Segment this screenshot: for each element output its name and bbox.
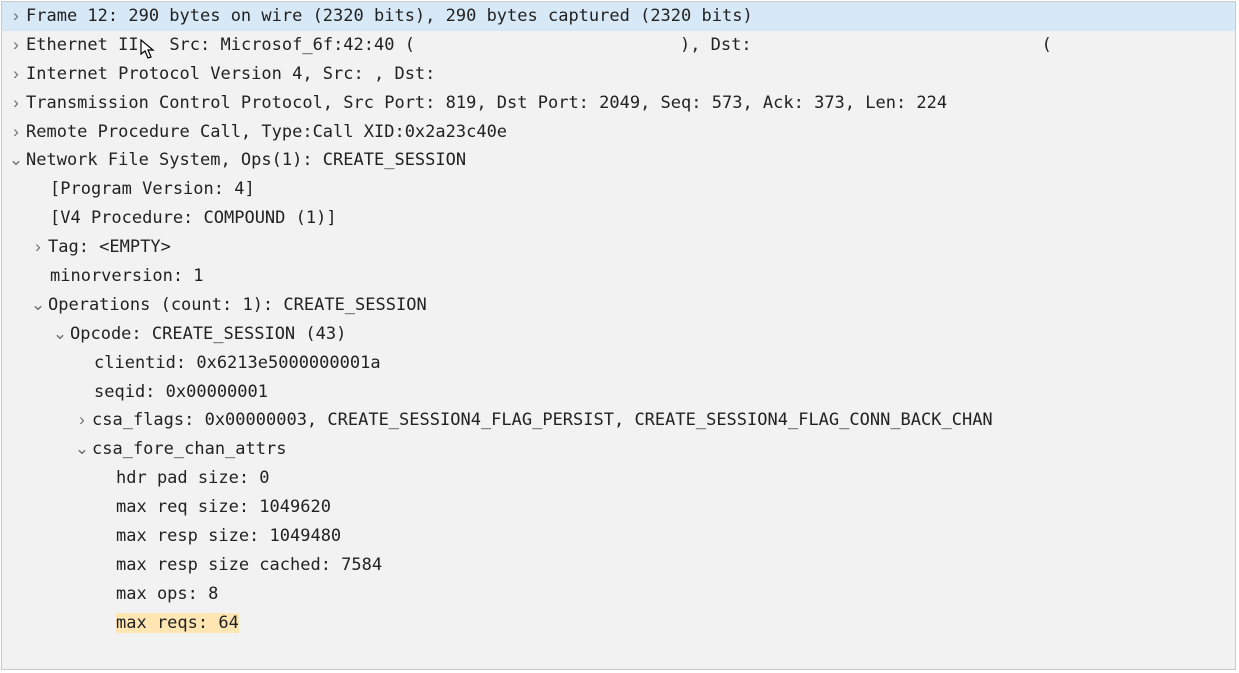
eth-part-c: ), Dst: [680,35,752,55]
row-max-resp-size[interactable]: max resp size: 1049480 [2,522,1235,551]
arrow-right-icon[interactable]: › [6,89,26,118]
eth-part-b: Src: Microsof_6f:42:40 ( [169,35,415,55]
clientid-text: clientid: 0x6213e5000000001a [94,353,381,373]
row-opcode[interactable]: ⌄Opcode: CREATE_SESSION (43) [2,320,1235,349]
packet-details-pane[interactable]: ›Frame 12: 290 bytes on wire (2320 bits)… [1,1,1236,670]
arrow-right-icon[interactable]: › [6,118,26,147]
progver-text: [Program Version: 4] [50,179,255,199]
row-max-req-size[interactable]: max req size: 1049620 [2,493,1235,522]
arrow-down-icon[interactable]: ⌄ [72,435,92,464]
minor-text: minorversion: 1 [50,266,204,286]
arrow-right-icon[interactable]: › [6,2,26,31]
row-csa-flags[interactable]: ›csa_flags: 0x00000003, CREATE_SESSION4_… [2,406,1235,435]
arrow-right-icon[interactable]: › [6,31,26,60]
row-minorversion[interactable]: minorversion: 1 [2,262,1235,291]
row-tcp[interactable]: ›Transmission Control Protocol, Src Port… [2,89,1235,118]
row-nfs[interactable]: ⌄Network File System, Ops(1): CREATE_SES… [2,146,1235,175]
row-ip[interactable]: ›Internet Protocol Version 4, Src: , Dst… [2,60,1235,89]
row-max-reqs[interactable]: max reqs: 64 [2,609,1235,638]
row-seqid[interactable]: seqid: 0x00000001 [2,378,1235,407]
hdr-text: hdr pad size: 0 [116,468,270,488]
row-tag[interactable]: ›Tag: <EMPTY> [2,233,1235,262]
row-v4-procedure[interactable]: [V4 Procedure: COMPOUND (1)] [2,204,1235,233]
mops-text: max ops: 8 [116,584,218,604]
mreq-text: max req size: 1049620 [116,497,331,517]
mreqs-text: max reqs: 64 [116,613,239,633]
ops-text: Operations (count: 1): CREATE_SESSION [48,295,427,315]
csa-text: csa_flags: 0x00000003, CREATE_SESSION4_F… [92,410,993,430]
row-frame[interactable]: ›Frame 12: 290 bytes on wire (2320 bits)… [2,2,1235,31]
arrow-down-icon[interactable]: ⌄ [50,320,70,349]
mrespc-text: max resp size cached: 7584 [116,555,382,575]
tag-text: Tag: <EMPTY> [48,237,171,257]
opcode-text: Opcode: CREATE_SESSION (43) [70,324,346,344]
row-clientid[interactable]: clientid: 0x6213e5000000001a [2,349,1235,378]
tcp-text: Transmission Control Protocol, Src Port:… [26,93,947,113]
arrow-right-icon[interactable]: › [28,233,48,262]
v4proc-text: [V4 Procedure: COMPOUND (1)] [50,208,337,228]
row-hdr-pad[interactable]: hdr pad size: 0 [2,464,1235,493]
eth-part-a: Ethernet II, [26,35,149,55]
nfs-text: Network File System, Ops(1): CREATE_SESS… [26,150,466,170]
eth-part-d: ( [1042,35,1052,55]
arrow-right-icon[interactable]: › [6,60,26,89]
rpc-text: Remote Procedure Call, Type:Call XID:0x2… [26,122,507,142]
ip-text: Internet Protocol Version 4, Src: , Dst: [26,64,435,84]
row-rpc[interactable]: ›Remote Procedure Call, Type:Call XID:0x… [2,118,1235,147]
seqid-text: seqid: 0x00000001 [94,382,268,402]
row-operations[interactable]: ⌄Operations (count: 1): CREATE_SESSION [2,291,1235,320]
row-program-version[interactable]: [Program Version: 4] [2,175,1235,204]
row-max-ops[interactable]: max ops: 8 [2,580,1235,609]
arrow-right-icon[interactable]: › [72,406,92,435]
row-ethernet[interactable]: ›Ethernet II, Src: Microsof_6f:42:40 (),… [2,31,1235,60]
frame-text: Frame 12: 290 bytes on wire (2320 bits),… [26,6,753,26]
mresp-text: max resp size: 1049480 [116,526,341,546]
arrow-down-icon[interactable]: ⌄ [6,146,26,175]
fore-text: csa_fore_chan_attrs [92,439,286,459]
row-csa-fore-chan[interactable]: ⌄csa_fore_chan_attrs [2,435,1235,464]
arrow-down-icon[interactable]: ⌄ [28,291,48,320]
row-max-resp-cached[interactable]: max resp size cached: 7584 [2,551,1235,580]
